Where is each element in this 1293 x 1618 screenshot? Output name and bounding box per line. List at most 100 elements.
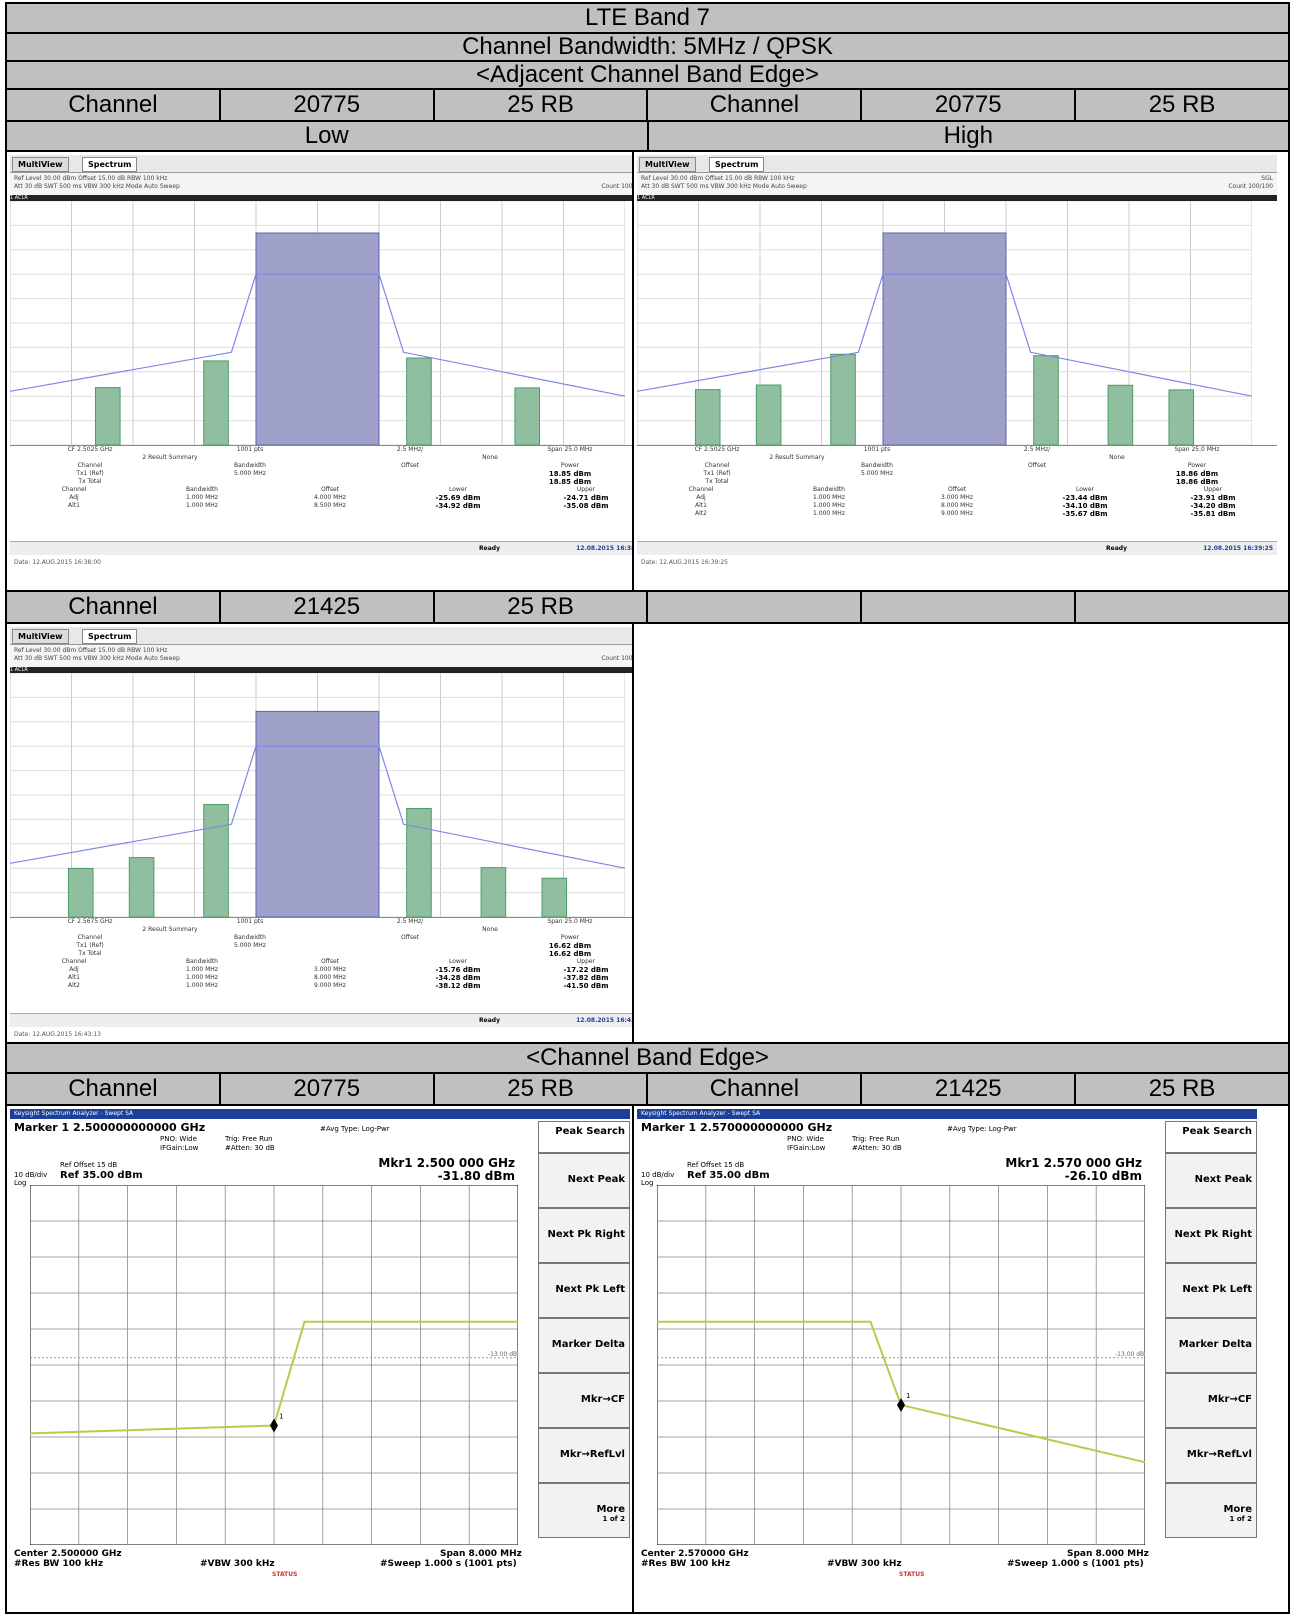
channel-label: Channel [648, 1074, 863, 1104]
tab-spectrum[interactable]: Spectrum [709, 157, 765, 172]
pno-label: PNO: Wide [787, 1135, 824, 1143]
tab-multiview[interactable]: MultiView [12, 629, 69, 644]
timestamp: 12.08.2015 16:43:13 [576, 1017, 632, 1024]
lower-power: -34.92 dBm [435, 502, 481, 510]
rb-count: 25 RB [435, 90, 649, 120]
blank [330, 942, 490, 950]
limit-label: -13.00 dBm [1115, 1351, 1145, 1358]
marker-readout: Marker 1 2.570000000000 GHz [641, 1121, 833, 1134]
center-frequency: Center 2.500000 GHz [14, 1549, 122, 1559]
softkey-more[interactable]: More 1 of 2 [1165, 1483, 1257, 1538]
channel-offset: 8.000 MHz [314, 974, 346, 981]
adjacent-header-row: Channel Bandwidth Offset Lower Upper [637, 486, 1277, 494]
ref-offset-label: Ref Offset 15 dB [60, 1161, 118, 1169]
col-bandwidth: Bandwidth [861, 462, 893, 469]
softkey-next-pk-left[interactable]: Next Pk Left [1165, 1263, 1257, 1318]
upper-power: -41.50 dBm [563, 982, 609, 990]
aclr-chart [637, 201, 1252, 445]
softkey-more[interactable]: More 1 of 2 [538, 1483, 630, 1538]
adjacent-power-bar [406, 807, 432, 917]
limit-label: -13.00 dBm [488, 1351, 518, 1358]
channel-name: Alt1 [68, 502, 80, 509]
tx-total-row: Tx Total 18.85 dBm [10, 478, 632, 486]
softkey-next-pk-right[interactable]: Next Pk Right [1165, 1208, 1257, 1263]
aclr-chart [10, 673, 625, 917]
ks-screen-low: Keysight Spectrum Analyzer - Swept SA Mar… [7, 1106, 634, 1612]
softkey-marker-delta[interactable]: Marker Delta [538, 1318, 630, 1373]
ifgain-label: IFGain:Low [787, 1144, 826, 1152]
settings-line: Att 30 dB SWT 500 ms VBW 300 kHz Mode Au… [14, 183, 180, 190]
result-summary: CF 2.5675 GHz 1001 pts 2.5 MHz/Span 25.0 M… [10, 917, 632, 1013]
softkey-mkr-cf[interactable]: Mkr→CF [1165, 1373, 1257, 1428]
axis-row: CF 2.5675 GHz 1001 pts 2.5 MHz/Span 25.0 M… [10, 918, 632, 926]
tx-row: Tx1 (Ref) 5.000 MHz 18.85 dBm [10, 470, 632, 478]
tx-bandwidth: 5.000 MHz [861, 470, 893, 477]
adjacent-row: Adj 1.000 MHz 3.000 MHz -23.44 dBm -23.91 dB… [637, 494, 1277, 502]
rb-count: 25 RB [435, 1074, 649, 1104]
softkey-peak-search[interactable]: Peak Search [1165, 1121, 1257, 1153]
softkey-panel: Peak Search Next Peak Next Pk Right Next Pk… [1165, 1121, 1257, 1561]
marker-number: 1 [279, 1412, 283, 1420]
channel-offset: 3.000 MHz [314, 966, 346, 973]
count-label: Count 100/100 [1228, 183, 1273, 190]
tab-strip: MultiView Spectrum [10, 627, 632, 645]
tab-spectrum[interactable]: Spectrum [82, 629, 138, 644]
softkey-next-pk-left[interactable]: Next Pk Left [538, 1263, 630, 1318]
channel-name: Adj [69, 966, 79, 973]
axis-row: CF 2.5025 GHz 1001 pts 2.5 MHz/Span 25.0 M… [10, 446, 632, 454]
timestamp: 12.08.2015 16:38:00 [576, 545, 632, 552]
channel-number: 21425 [221, 592, 435, 622]
col-power: Power [1187, 462, 1207, 469]
tab-multiview[interactable]: MultiView [639, 157, 696, 172]
lower-power: -23.44 dBm [1062, 494, 1108, 502]
avg-type-label: #Avg Type: Log-Pwr [947, 1125, 1017, 1133]
tab-multiview[interactable]: MultiView [12, 157, 69, 172]
lower-power: -35.67 dBm [1062, 510, 1108, 518]
adjacent-power-bar [94, 387, 121, 445]
col-offset: Offset [320, 486, 340, 493]
channel-number: 20775 [221, 90, 435, 120]
softkey-marker-delta[interactable]: Marker Delta [1165, 1318, 1257, 1373]
blank [330, 950, 490, 958]
softkey-mkr-reflvl[interactable]: Mkr→RefLvl [538, 1428, 630, 1483]
channel-number: 20775 [862, 90, 1077, 120]
atten-label: #Atten: 30 dB [225, 1144, 275, 1152]
tab-spectrum[interactable]: Spectrum [82, 157, 138, 172]
adjacent-power-bar [1168, 389, 1195, 445]
rs-screen-high: MultiView Spectrum Ref Level 30.00 dBm Off… [634, 152, 1288, 592]
marker-amplitude: -31.80 dBm [437, 1169, 515, 1183]
atten-label: #Atten: 30 dB [852, 1144, 902, 1152]
tx-bandwidth: 5.000 MHz [234, 942, 266, 949]
softkey-panel: Peak Search Next Peak Next Pk Right Next Pk… [538, 1121, 630, 1561]
col-upper: Upper [576, 486, 596, 493]
ready-indicator: Ready [479, 1017, 500, 1024]
softkey-next-pk-right[interactable]: Next Pk Right [538, 1208, 630, 1263]
softkey-peak-search[interactable]: Peak Search [538, 1121, 630, 1153]
center-frequency: CF 2.5025 GHz [694, 446, 740, 453]
channel-name: Alt2 [68, 982, 80, 989]
tx-bandwidth: 5.000 MHz [234, 470, 266, 477]
count-label: Count 100/100 [601, 183, 633, 190]
sgl-label: SGL [1261, 175, 1273, 182]
marker-readout: Marker 1 2.500000000000 GHz [14, 1121, 206, 1134]
summary-title: 2 Result Summary [769, 454, 825, 461]
channel-row-3: Channel 20775 25 RB Channel 21425 25 RB [7, 1074, 1288, 1106]
upper-power: -35.81 dBm [1190, 510, 1236, 518]
adjacent-power-bar [694, 389, 721, 445]
softkey-next-peak[interactable]: Next Peak [1165, 1153, 1257, 1208]
ready-indicator: Ready [479, 545, 500, 552]
band-edge-chart: 25.015.05.00-5.00-15.0-25.0-35.0-45.0-55… [30, 1185, 518, 1545]
softkey-mkr-cf[interactable]: Mkr→CF [538, 1373, 630, 1428]
softkey-mkr-reflvl[interactable]: Mkr→RefLvl [1165, 1428, 1257, 1483]
more-sub: 1 of 2 [602, 1515, 625, 1523]
ref-level: Ref 35.00 dBm [687, 1170, 770, 1181]
log-label: Log [14, 1179, 27, 1187]
sweep-count: SGLCount 100/100 [601, 647, 632, 663]
softkey-next-peak[interactable]: Next Peak [538, 1153, 630, 1208]
summary-title: 2 Result Summary [142, 454, 198, 461]
tx-power: 18.85 dBm [548, 470, 592, 478]
status-bar: Ready 12.08.2015 16:38:00 [10, 541, 632, 555]
col-channel: Channel [77, 462, 103, 469]
center-frequency: Center 2.570000 GHz [641, 1549, 749, 1559]
adjacent-power-bar [480, 867, 507, 917]
